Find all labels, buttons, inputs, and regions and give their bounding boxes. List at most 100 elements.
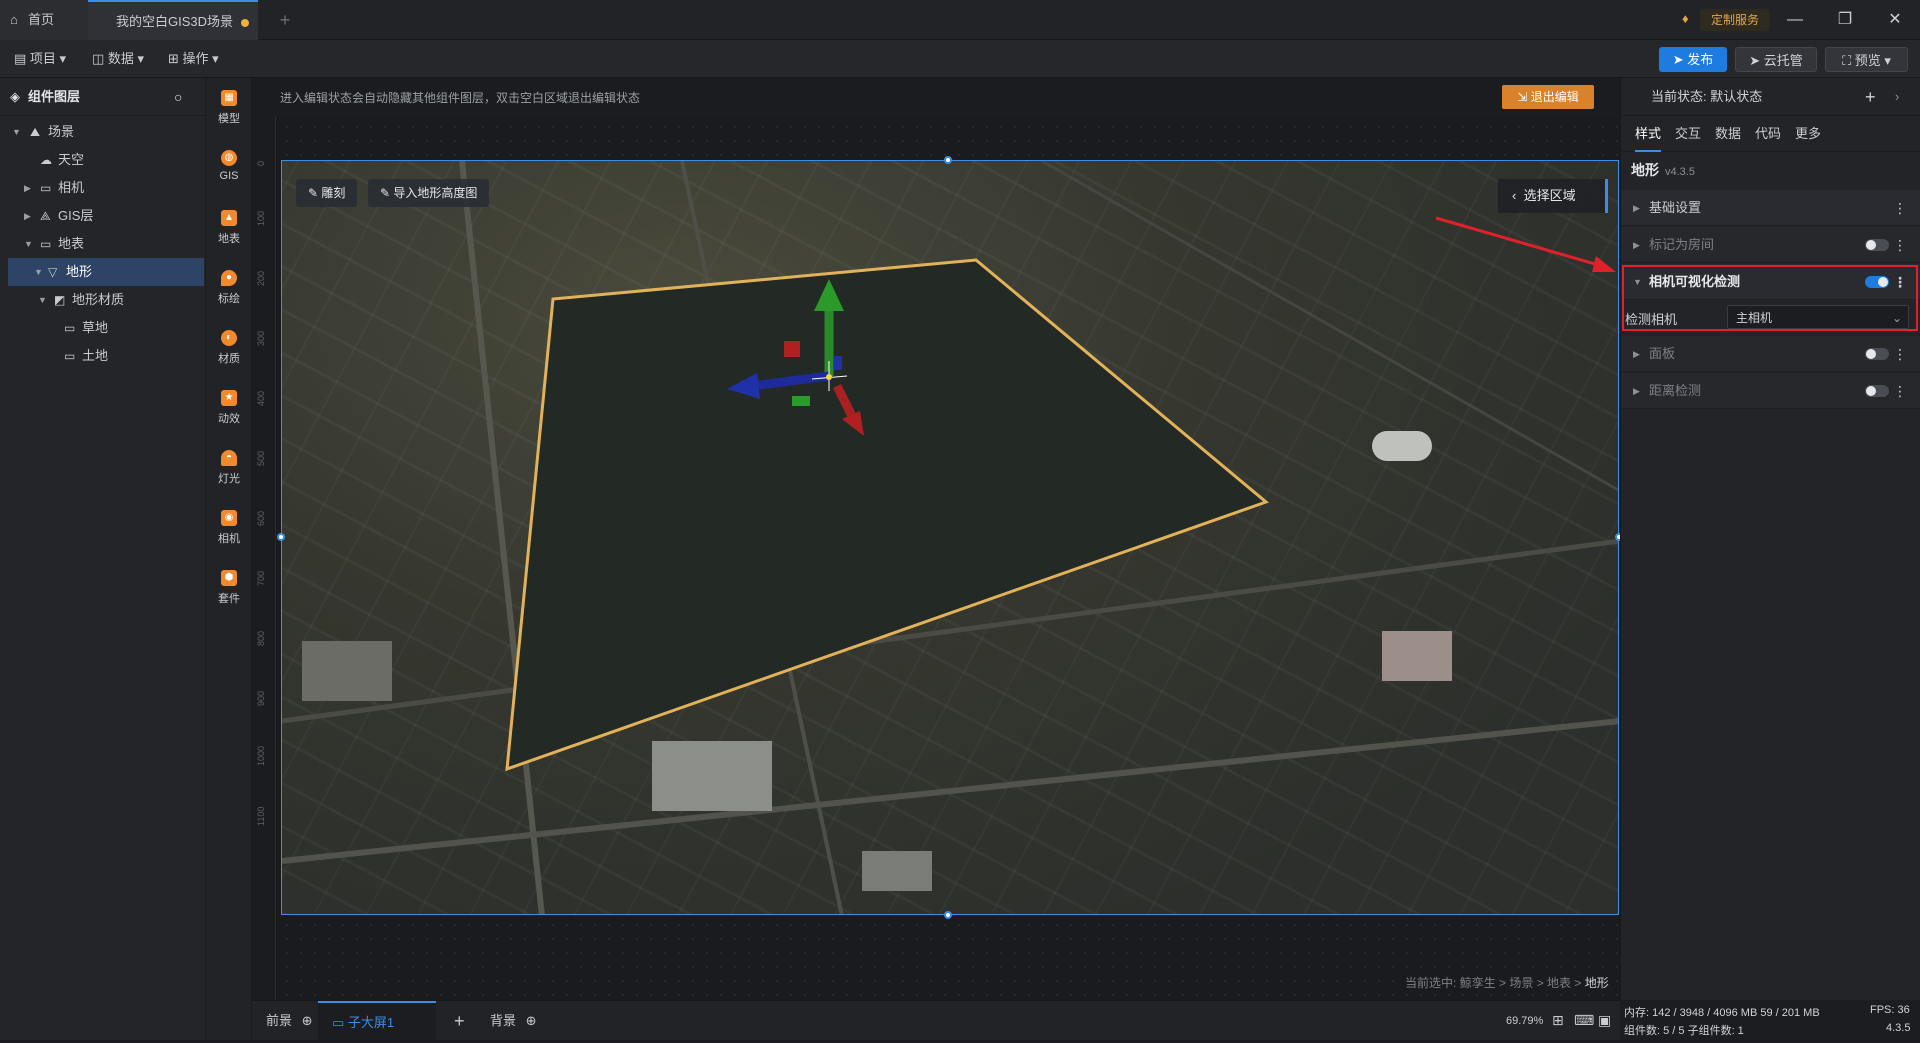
unsaved-dot-icon xyxy=(241,18,250,27)
tab-background[interactable]: 背景 ⊕ xyxy=(490,1001,537,1041)
ruler-tick: 200 xyxy=(256,270,266,286)
rail-material[interactable]: ◐ 材质 xyxy=(206,322,252,378)
add-tab-plus-icon[interactable]: + xyxy=(454,1001,465,1041)
more-vertical-icon[interactable]: ⋮ xyxy=(1893,227,1907,263)
menu-project-label: 项目 xyxy=(29,51,56,66)
more-vertical-icon[interactable]: ⋮ xyxy=(1893,373,1907,409)
kit-icon: ⬢ xyxy=(221,570,237,586)
component-name: 地形 xyxy=(1631,162,1659,178)
exit-edit-label: 退出编辑 xyxy=(1530,90,1579,104)
zoom-readout: 69.79% xyxy=(1506,1015,1544,1027)
tree-item-scene[interactable]: ▼ ⛰ 场景 xyxy=(0,118,206,146)
plus-circle-icon[interactable]: ⊕ xyxy=(302,1013,313,1028)
restore-button[interactable]: ❐ xyxy=(1820,0,1870,40)
tab-interaction[interactable]: 交互 xyxy=(1675,116,1701,152)
menu-operate[interactable]: ⊞ 操作 ▾ xyxy=(168,40,219,78)
preview-button[interactable]: ⛶ 预览 ▾ xyxy=(1825,47,1908,72)
section-panel[interactable]: ▶ 面板 ⋮ xyxy=(1621,336,1920,372)
caret-down-icon: ▼ xyxy=(1633,277,1642,287)
more-vertical-icon[interactable]: ⋮ xyxy=(1893,264,1907,300)
tab-subscreen-label: 子大屏1 xyxy=(347,1015,395,1030)
plus-circle-icon[interactable]: ⊕ xyxy=(526,1013,537,1028)
tree-item-surface[interactable]: ▼ ▭ 地表 xyxy=(0,230,206,258)
more-vertical-icon[interactable]: ⋮ xyxy=(1893,336,1907,372)
tab-subscreen[interactable]: ▭ 子大屏1 xyxy=(318,1001,436,1041)
fit-screen-icon[interactable]: ⊞ xyxy=(1552,1012,1564,1029)
state-value: 默认状态 xyxy=(1710,89,1763,104)
more-vertical-icon[interactable]: ⋮ xyxy=(1893,190,1907,226)
minimize-button[interactable]: — xyxy=(1770,0,1820,40)
resize-handle-left[interactable] xyxy=(277,533,285,541)
keyboard-icon[interactable]: ⌨ xyxy=(1574,1012,1594,1029)
exit-edit-button[interactable]: ⇲ 退出编辑 xyxy=(1502,85,1594,109)
mark-room-toggle[interactable] xyxy=(1865,239,1889,251)
rail-effects[interactable]: ★ 动效 xyxy=(206,382,252,438)
map-pin-icon: ● xyxy=(221,270,237,286)
folder-icon: ▭ xyxy=(40,181,52,195)
lamp-icon: ◓ xyxy=(221,450,237,466)
rail-surface[interactable]: ▲ 地表 xyxy=(206,202,252,258)
main-toolbar: ▤ 项目 ▾ ◫ 数据 ▾ ⊞ 操作 ▾ ➤ 发布 ➤ 云托管 ⛶ 预览 ▾ xyxy=(0,40,1920,78)
cloud-host-button[interactable]: ➤ 云托管 xyxy=(1735,47,1817,72)
rail-plot[interactable]: ● 标绘 xyxy=(206,262,252,318)
surface-icon: ▲ xyxy=(221,210,237,226)
close-button[interactable]: ✕ xyxy=(1870,0,1920,40)
publish-button[interactable]: ➤ 发布 xyxy=(1659,47,1727,72)
section-camera-visibility[interactable]: ▼ 相机可视化检测 ⋮ xyxy=(1621,264,1920,300)
section-mark-room[interactable]: ▶ 标记为房间 ⋮ xyxy=(1621,227,1920,263)
new-tab-plus-icon[interactable]: + xyxy=(270,0,300,40)
tree-item-gis-layer[interactable]: ▶ ⟁ GIS层 xyxy=(0,202,206,230)
property-tabs: 样式 交互 数据 代码 更多 xyxy=(1621,116,1920,152)
section-distance-detect[interactable]: ▶ 距离检测 ⋮ xyxy=(1621,373,1920,409)
custom-service-button[interactable]: 定制服务 xyxy=(1700,9,1770,31)
state-row[interactable]: 当前状态: 默认状态 + › xyxy=(1621,78,1920,116)
tab-foreground[interactable]: 前景 ⊕ xyxy=(266,1001,313,1041)
select-region-button[interactable]: ‹ 选择区域 xyxy=(1498,179,1608,213)
terminal-icon[interactable]: ▣ xyxy=(1598,1012,1611,1029)
section-label: 基础设置 xyxy=(1649,200,1702,215)
rail-model[interactable]: ▦ 模型 xyxy=(206,82,252,138)
menu-data[interactable]: ◫ 数据 ▾ xyxy=(92,40,144,78)
rail-light[interactable]: ◓ 灯光 xyxy=(206,442,252,498)
tree-item-grass[interactable]: ▭ 草地 xyxy=(0,314,206,342)
resize-handle-top[interactable] xyxy=(944,156,952,164)
detect-camera-select[interactable]: 主相机 ⌄ xyxy=(1727,305,1909,329)
search-icon[interactable]: ○ xyxy=(174,78,182,116)
rail-camera[interactable]: ◉ 相机 xyxy=(206,502,252,558)
section-basic-settings[interactable]: ▶ 基础设置 ⋮ xyxy=(1621,190,1920,226)
tree-item-label: 土地 xyxy=(82,348,109,363)
tree-item-camera[interactable]: ▶ ▭ 相机 xyxy=(0,174,206,202)
tab-style[interactable]: 样式 xyxy=(1635,116,1662,152)
import-heightmap-button[interactable]: ✎ 导入地形高度图 xyxy=(368,179,490,207)
distance-toggle[interactable] xyxy=(1865,385,1889,397)
component-version: v4.3.5 xyxy=(1665,166,1695,178)
ruler-tick: 0 xyxy=(256,160,266,166)
tab-code[interactable]: 代码 xyxy=(1755,116,1781,152)
material-icon: ◩ xyxy=(54,293,66,307)
menu-operate-label: 操作 xyxy=(182,51,209,66)
stadium xyxy=(1372,431,1432,461)
scene-viewport[interactable]: ✎ 雕刻 ✎ 导入地形高度图 ‹ 选择区域 xyxy=(281,160,1619,915)
tab-more[interactable]: 更多 xyxy=(1795,116,1821,152)
tab-scene-document[interactable]: 我的空白GIS3D场景 xyxy=(88,0,258,40)
menu-project[interactable]: ▤ 项目 ▾ xyxy=(14,40,66,78)
rail-gis[interactable]: ◍ GIS xyxy=(206,142,252,198)
caret-down-icon: ▼ xyxy=(34,267,43,277)
resize-handle-bottom[interactable] xyxy=(944,911,952,919)
detect-camera-value: 主相机 xyxy=(1736,311,1773,325)
panel-toggle[interactable] xyxy=(1865,348,1889,360)
tab-home[interactable]: ⌂ 首页 xyxy=(0,0,88,40)
camera-visibility-toggle[interactable] xyxy=(1865,276,1889,288)
tree-item-terrain-material[interactable]: ▼ ◩ 地形材质 xyxy=(0,286,206,314)
sky-icon: ☁ xyxy=(40,153,52,167)
terrain-plane[interactable] xyxy=(505,258,1269,772)
tree-item-terrain[interactable]: ▼ ▽ 地形 xyxy=(8,258,204,286)
sculpt-button[interactable]: ✎ 雕刻 xyxy=(296,179,358,207)
tree-item-sky[interactable]: ☁ 天空 xyxy=(0,146,206,174)
tab-data[interactable]: 数据 xyxy=(1715,116,1741,152)
state-label: 当前状态: xyxy=(1651,89,1707,104)
add-state-plus-icon[interactable]: + xyxy=(1865,78,1876,116)
rail-kit[interactable]: ⬢ 套件 xyxy=(206,562,252,618)
tree-item-soil[interactable]: ▭ 土地 xyxy=(0,342,206,370)
chevron-right-icon[interactable]: › xyxy=(1895,78,1899,116)
